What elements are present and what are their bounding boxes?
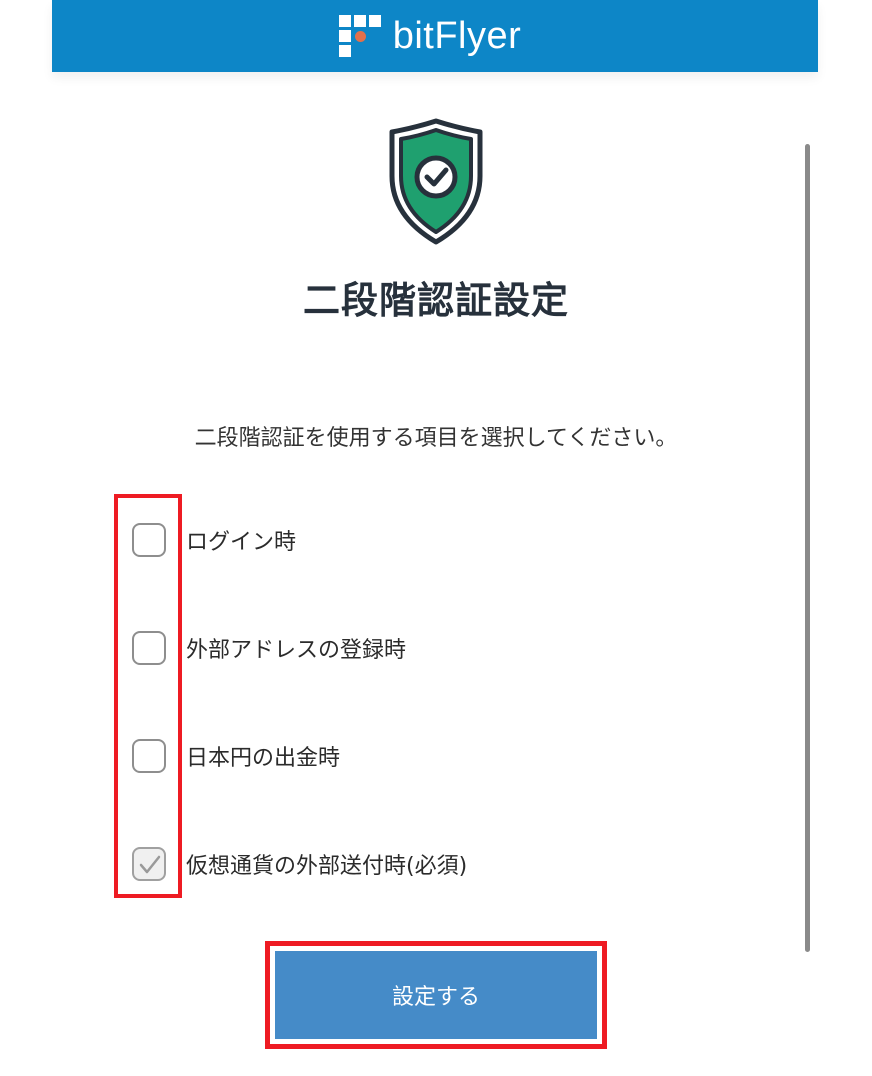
instruction-text: 二段階認証を使用する項目を選択してください。: [194, 426, 678, 451]
option-label: 外部アドレスの登録時: [186, 638, 407, 663]
option-label: ログイン時: [186, 530, 297, 555]
shield-check-icon: [389, 118, 483, 245]
option-label: 仮想通貨の外部送付時(必須): [186, 854, 468, 879]
page-title: 二段階認証設定: [303, 279, 569, 322]
submit-button[interactable]: 設定する: [275, 951, 597, 1039]
scrollbar[interactable]: [805, 144, 810, 952]
checkbox-highlight-box: [114, 494, 182, 898]
option-crypto-send[interactable]: 仮想通貨の外部送付時(必須): [132, 847, 467, 881]
bitflyer-logo-icon: [338, 15, 381, 57]
brand-logo[interactable]: bitFlyer: [338, 14, 522, 58]
brand-name: bitFlyer: [392, 14, 522, 57]
option-label: 日本円の出金時: [186, 746, 341, 771]
app-header: bitFlyer: [52, 0, 818, 72]
